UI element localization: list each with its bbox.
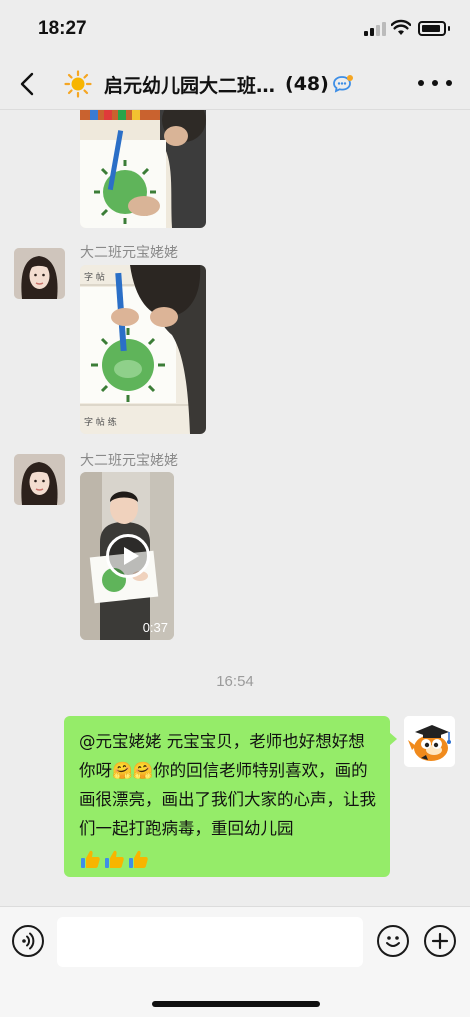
sender-avatar[interactable] xyxy=(14,248,65,299)
message-video[interactable]: 0:37 xyxy=(80,472,174,640)
play-icon[interactable] xyxy=(106,534,150,578)
member-count: (48) xyxy=(285,73,329,95)
my-avatar[interactable] xyxy=(404,716,455,767)
back-arrow-icon[interactable] xyxy=(14,68,44,100)
chat-title[interactable]: 启元幼儿园大二班… (48) xyxy=(64,68,354,100)
message-text: @元宝姥姥 元宝宝贝，老师也好想好想你呀🤗🤗你的回信老师特别喜欢，画的画很漂亮，… xyxy=(79,732,376,838)
message-photo[interactable]: 字 帖字 帖 练 xyxy=(80,265,206,434)
svg-text:字 帖 练: 字 帖 练 xyxy=(84,416,117,428)
wifi-icon xyxy=(391,19,411,35)
video-duration: 0:37 xyxy=(142,620,168,635)
sender-name: 大二班元宝姥姥 xyxy=(80,453,178,469)
home-indicator[interactable] xyxy=(152,1001,320,1007)
voice-icon[interactable] xyxy=(12,925,44,957)
message-timestamp: 16:54 xyxy=(216,673,254,690)
emoji-icon[interactable] xyxy=(377,925,409,957)
chat-area[interactable]: 大二班元宝姥姥 字 帖字 帖 练 大二班元宝姥姥 0:37 16:54 @元宝姥… xyxy=(0,110,470,906)
input-bar xyxy=(0,906,470,1017)
my-text-message[interactable]: @元宝姥姥 元宝宝贝，老师也好想好想你呀🤗🤗你的回信老师特别喜欢，画的画很漂亮，… xyxy=(64,716,397,877)
status-time: 18:27 xyxy=(38,18,87,39)
message-photo[interactable] xyxy=(80,110,206,228)
sender-name: 大二班元宝姥姥 xyxy=(80,245,178,261)
thumbs-up-icon xyxy=(105,850,124,868)
status-bar: 18:27 xyxy=(0,0,470,58)
thumbs-up-icon xyxy=(129,850,148,868)
thumbs-up-icon xyxy=(81,850,100,868)
plus-icon[interactable] xyxy=(424,925,456,957)
sun-icon xyxy=(64,70,92,98)
cellular-signal-icon xyxy=(364,22,386,36)
group-name: 启元幼儿园大二班… xyxy=(104,74,276,97)
sender-avatar[interactable] xyxy=(14,454,65,505)
chat-header: 启元幼儿园大二班… (48) xyxy=(0,58,470,110)
thumbs-up-reactions xyxy=(79,843,377,869)
battery-icon xyxy=(418,21,446,36)
svg-text:字 帖: 字 帖 xyxy=(84,271,105,283)
more-icon[interactable] xyxy=(418,76,452,90)
group-chat-icon xyxy=(332,75,353,93)
message-input[interactable] xyxy=(57,917,363,967)
